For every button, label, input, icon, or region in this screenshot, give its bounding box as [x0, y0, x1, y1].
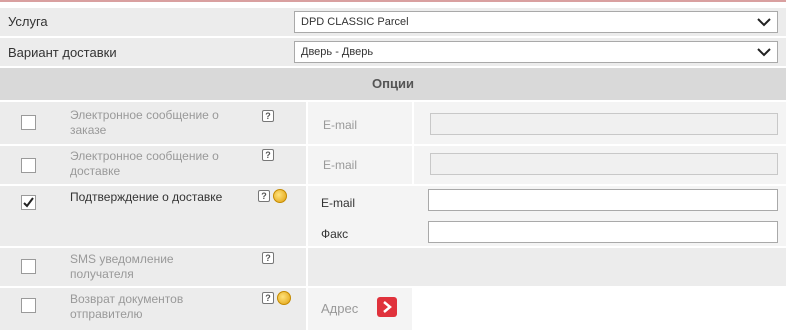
address-label: Адрес [321, 301, 359, 316]
service-select-value: DPD CLASSIC Parcel [301, 16, 409, 28]
chevron-down-icon [757, 18, 771, 27]
arrow-right-icon [383, 301, 392, 313]
option-fields-cell [308, 248, 786, 286]
option-row-order-message: Электронное сообщение о заказе ? E-mail [0, 102, 786, 144]
option-label: Подтверждение о доставке [70, 190, 223, 204]
top-border [0, 0, 786, 2]
option-label: SMS уведомление получателя [70, 252, 174, 281]
email-field-label: E-mail [321, 196, 356, 210]
help-icon[interactable]: ? [262, 252, 274, 264]
fax-field-label: Факс [321, 227, 349, 241]
option-row-documents-return: Возврат документов отправителю ? Адрес [0, 288, 786, 330]
option-row-delivery-confirmation: Подтверждение о доставке ? E-mail Факс [0, 186, 786, 246]
option-label: Электронное сообщение о доставке [70, 149, 219, 178]
help-icon[interactable]: ? [262, 292, 274, 304]
service-select[interactable]: DPD CLASSIC Parcel [294, 11, 778, 33]
option-row-sms: SMS уведомление получателя ? [0, 248, 786, 286]
delivery-row: Вариант доставки Дверь - Дверь [0, 38, 786, 66]
option-label: Электронное сообщение о заказе [70, 108, 219, 137]
service-label: Услуга [8, 14, 48, 29]
options-header: Опции [0, 68, 786, 100]
option-checkbox[interactable] [21, 195, 36, 210]
option-label: Возврат документов отправителю [70, 292, 184, 321]
option-checkbox[interactable] [21, 298, 36, 313]
chevron-down-icon [757, 48, 771, 57]
help-icon[interactable]: ? [258, 190, 270, 202]
help-icon[interactable]: ? [262, 149, 274, 161]
email-field[interactable] [428, 189, 778, 211]
coin-icon [277, 291, 291, 305]
delivery-select-value: Дверь - Дверь [301, 46, 374, 58]
option-checkbox[interactable] [21, 158, 36, 173]
help-icon[interactable]: ? [262, 110, 274, 122]
email-field[interactable] [430, 153, 778, 175]
option-checkbox[interactable] [21, 115, 36, 130]
coin-icon [273, 189, 287, 203]
email-field-label: E-mail [323, 158, 358, 172]
service-row: Услуга DPD CLASSIC Parcel [0, 8, 786, 36]
address-go-button[interactable] [377, 297, 397, 317]
option-row-delivery-message: Электронное сообщение о доставке ? E-mai… [0, 146, 786, 184]
fax-field[interactable] [428, 221, 778, 243]
delivery-select[interactable]: Дверь - Дверь [294, 41, 778, 63]
delivery-label: Вариант доставки [8, 45, 117, 60]
email-field[interactable] [430, 113, 778, 135]
option-checkbox[interactable] [21, 259, 36, 274]
checkmark-icon [23, 197, 34, 208]
email-field-label: E-mail [323, 118, 358, 132]
